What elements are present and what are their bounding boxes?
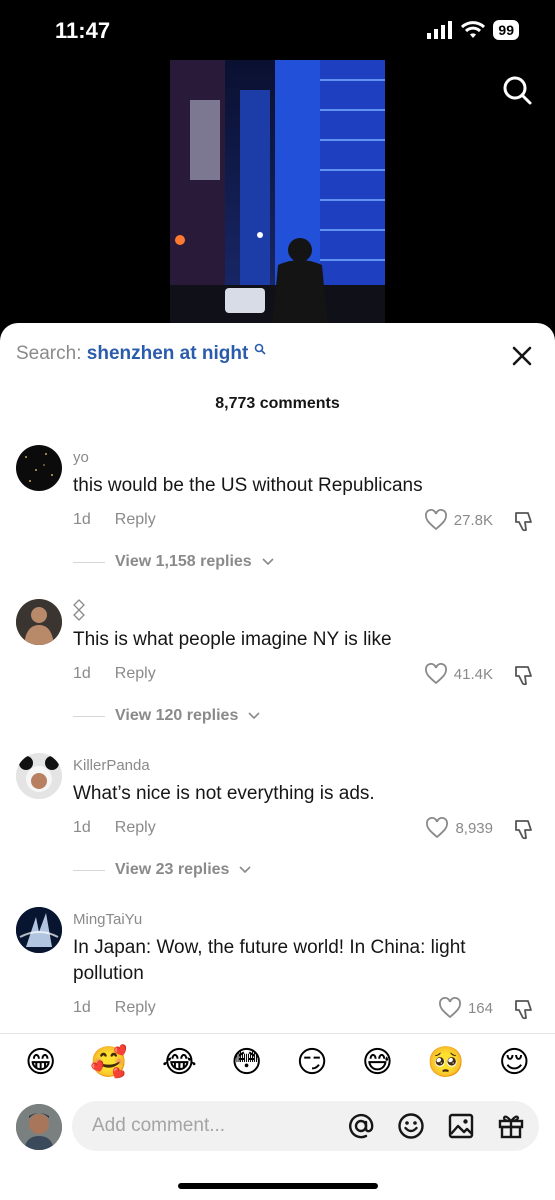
view-replies-label: View 120 replies <box>115 707 239 724</box>
chevron-down-icon <box>248 712 260 720</box>
close-icon[interactable] <box>511 345 533 367</box>
view-replies-button[interactable]: View 1,158 replies <box>73 553 274 571</box>
like-count: 164 <box>467 999 493 1017</box>
dislike-icon[interactable] <box>511 818 535 842</box>
home-indicator <box>178 1183 378 1189</box>
battery-indicator: 99 <box>493 20 519 40</box>
wifi-icon <box>461 21 486 38</box>
comment-input-box[interactable] <box>72 1101 539 1151</box>
reply-button[interactable]: Reply <box>115 999 156 1017</box>
like-count: 8,939 <box>455 819 493 837</box>
search-suggestion[interactable]: Search: shenzhen at night <box>16 343 266 365</box>
dislike-icon[interactable] <box>511 510 535 534</box>
comment-username[interactable]: MingTaiYu <box>73 911 142 928</box>
search-small-icon <box>254 343 266 355</box>
comment-age: 1d <box>73 999 91 1016</box>
mention-icon[interactable] <box>347 1112 375 1140</box>
view-replies-button[interactable]: View 120 replies <box>73 707 260 725</box>
like-button[interactable]: 41.4K <box>424 663 493 685</box>
video-thumbnail[interactable] <box>170 60 385 330</box>
comment-username[interactable]: KillerPanda <box>73 757 150 774</box>
image-icon[interactable] <box>447 1112 475 1140</box>
view-replies-label: View 1,158 replies <box>115 553 252 570</box>
comment-text: This is what people imagine NY is like <box>73 629 392 650</box>
status-bar: 11:47 99 <box>0 0 555 60</box>
signal-icon <box>427 21 453 39</box>
dislike-icon[interactable] <box>511 998 535 1022</box>
emoji-divider <box>0 1033 555 1034</box>
status-time: 11:47 <box>55 18 111 43</box>
comments-sheet: Search: shenzhen at night 8,773 comments… <box>0 323 555 1200</box>
like-count: 27.8K <box>453 511 493 529</box>
replies-divider <box>73 869 105 871</box>
gift-icon[interactable] <box>497 1112 525 1140</box>
comment-username[interactable]: yo <box>73 449 89 466</box>
quick-emoji-bar: 😁 🥰 😂 😳 😏 😅 🥺 😌 <box>0 1045 555 1080</box>
status-icons: 99 <box>427 20 519 40</box>
avatar[interactable] <box>16 753 62 799</box>
heart-icon <box>424 509 447 531</box>
view-replies-button[interactable]: View 23 replies <box>73 861 252 879</box>
like-count: 41.4K <box>453 665 493 683</box>
emoji-sweat-smile-button[interactable]: 😅 <box>362 1045 393 1080</box>
comment-input[interactable] <box>92 1101 332 1151</box>
search-label: Search: <box>16 343 82 364</box>
reply-button[interactable]: Reply <box>115 819 156 837</box>
city-night-image <box>170 60 385 330</box>
emoji-icon[interactable] <box>397 1112 425 1140</box>
heart-icon <box>424 663 447 685</box>
comment-text: this would be the US without Republicans <box>73 475 423 496</box>
chevron-down-icon <box>262 558 274 566</box>
dislike-icon[interactable] <box>511 664 535 688</box>
view-replies-label: View 23 replies <box>115 861 230 878</box>
comment-text: What’s nice is not everything is ads. <box>73 783 375 804</box>
like-button[interactable]: 164 <box>438 997 493 1019</box>
emoji-hearts-button[interactable]: 🥰 <box>90 1045 127 1080</box>
search-icon[interactable] <box>501 74 533 106</box>
comment-meta: 1d Reply <box>73 665 156 683</box>
emoji-flushed-button[interactable]: 😳 <box>231 1045 262 1080</box>
comment-age: 1d <box>73 819 91 836</box>
avatar[interactable] <box>16 599 62 645</box>
replies-divider <box>73 561 105 563</box>
chevron-down-icon <box>239 866 252 874</box>
heart-icon <box>439 997 461 1019</box>
emoji-smirk-button[interactable]: 😏 <box>296 1045 327 1080</box>
comment-count: 8,773 comments <box>215 395 340 412</box>
comment-age: 1d <box>73 665 91 682</box>
avatar[interactable] <box>16 907 62 953</box>
emoji-relieved-button[interactable]: 😌 <box>499 1045 530 1080</box>
replies-divider <box>73 715 105 717</box>
avatar[interactable] <box>16 445 62 491</box>
comment-text: In Japan: Wow, the future world! In Chin… <box>73 937 466 984</box>
like-button[interactable]: 8,939 <box>425 817 493 839</box>
comment-composer <box>0 1101 555 1157</box>
my-avatar[interactable] <box>16 1104 62 1150</box>
comment-meta: 1d Reply <box>73 819 156 837</box>
composer-actions <box>347 1112 525 1140</box>
comment-meta: 1d Reply <box>73 511 156 529</box>
like-button[interactable]: 27.8K <box>424 509 493 531</box>
search-query-link[interactable]: shenzhen at night <box>87 343 249 364</box>
heart-icon <box>426 817 449 839</box>
emoji-joy-button[interactable]: 😂 <box>162 1045 197 1080</box>
username-symbol-icon[interactable] <box>73 599 85 621</box>
emoji-grin-button[interactable]: 😁 <box>25 1045 56 1080</box>
reply-button[interactable]: Reply <box>115 665 156 683</box>
comment-meta: 1d Reply <box>73 999 156 1017</box>
reply-button[interactable]: Reply <box>115 511 156 529</box>
comment-age: 1d <box>73 511 91 528</box>
emoji-pleading-button[interactable]: 🥺 <box>427 1045 464 1080</box>
